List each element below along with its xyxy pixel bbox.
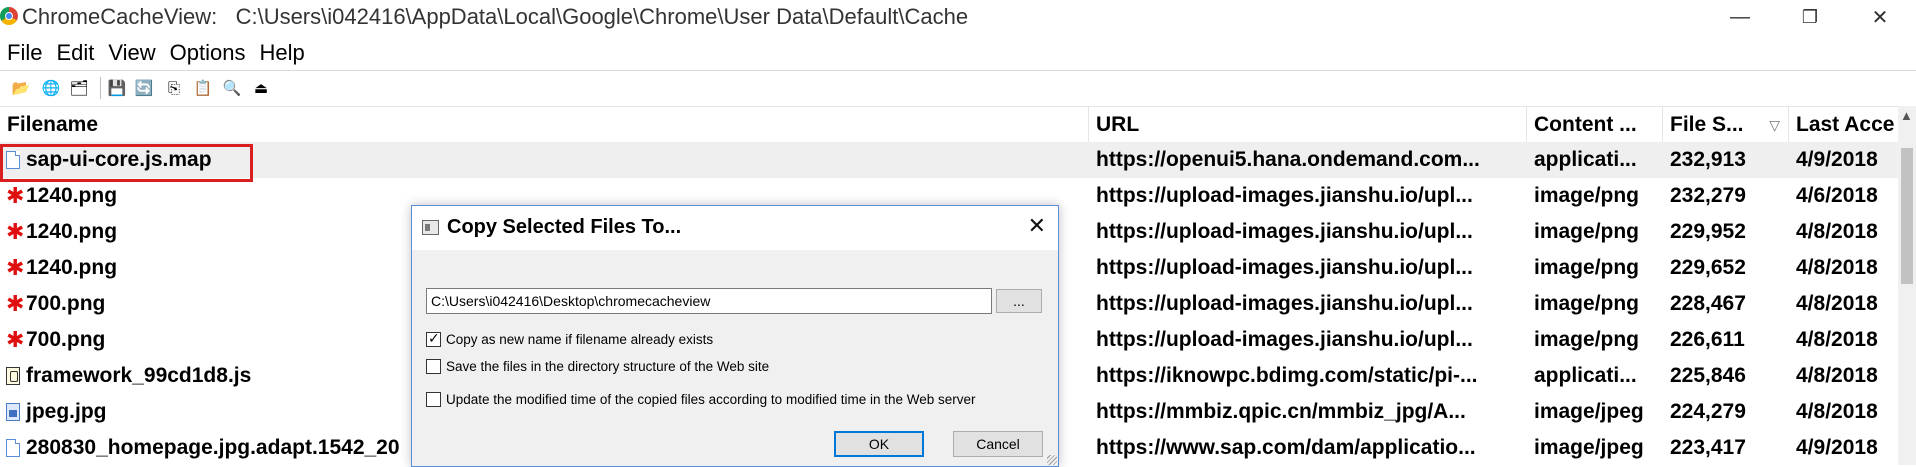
restore-button[interactable]: ❐ (1781, 0, 1839, 34)
checkbox-update-modified-time[interactable] (426, 391, 441, 407)
menu-help[interactable]: Help (253, 36, 312, 68)
option-copy-new-name[interactable]: Copy as new name if filename already exi… (426, 329, 713, 349)
refresh-icon[interactable]: 🔄 (133, 77, 155, 99)
menu-edit[interactable]: Edit (49, 36, 101, 68)
save-icon[interactable]: 💾 (106, 77, 128, 99)
cell-content-type: image/jpeg (1534, 400, 1644, 423)
cell-url: https://iknowpc.bdimg.com/static/pi-... (1096, 364, 1478, 387)
cell-last-accessed: 4/9/2018 (1796, 148, 1878, 171)
cell-last-accessed: 4/8/2018 (1796, 292, 1878, 315)
checkbox-directory-structure[interactable] (426, 358, 441, 374)
cell-file-size: 228,467 (1670, 292, 1746, 315)
cell-file-size: 232,279 (1670, 184, 1746, 207)
title-bar: ChromeCacheView: C:\Users\i042416\AppDat… (0, 0, 1916, 34)
toolbar: 📂 🌐 🗂 💾 🔄 ⎘ 📋 🔍 ⏏ (0, 70, 1916, 105)
cell-file-size: 232,913 (1670, 148, 1746, 171)
jpeg-image-icon (6, 403, 20, 421)
selection-highlight-annotation (0, 144, 253, 182)
dialog-title-bar: Copy Selected Files To... ✕ (412, 206, 1058, 250)
find-icon[interactable]: 🔍 (221, 77, 243, 99)
scroll-up-icon[interactable]: ▲ (1900, 108, 1913, 123)
resize-grip-icon[interactable] (1047, 455, 1057, 465)
cell-last-accessed: 4/8/2018 (1796, 364, 1878, 387)
dialog-title: Copy Selected Files To... (447, 216, 682, 238)
sort-descending-icon: ▽ (1769, 117, 1780, 133)
cell-url: https://upload-images.jianshu.io/upl... (1096, 292, 1473, 315)
properties-icon[interactable]: 📋 (192, 77, 214, 99)
png-image-icon: ✱ (6, 219, 25, 244)
cell-last-accessed: 4/9/2018 (1796, 436, 1878, 459)
window-title: ChromeCacheView: C:\Users\i042416\AppDat… (22, 4, 969, 29)
cell-url: https://mmbiz.qpic.cn/mmbiz_jpg/A... (1096, 400, 1466, 423)
scrollbar-thumb[interactable] (1901, 148, 1913, 284)
option-label: Save the files in the directory structur… (446, 358, 770, 374)
cell-last-accessed: 4/8/2018 (1796, 256, 1878, 279)
cell-content-type: image/png (1534, 292, 1640, 315)
ok-button[interactable]: OK (834, 431, 924, 457)
open-folder-icon[interactable]: 📂 (10, 77, 32, 99)
menu-bar: File Edit View Options Help (0, 36, 1916, 68)
cell-url: https://www.sap.com/dam/applicatio... (1096, 436, 1476, 459)
cell-content-type: image/png (1534, 256, 1640, 279)
vertical-scrollbar[interactable]: ▲ (1898, 106, 1916, 465)
browse-button[interactable]: ... (996, 289, 1042, 313)
table-row[interactable]: sap-ui-core.js.map https://openui5.hana.o… (0, 142, 1900, 178)
png-image-icon: ✱ (6, 327, 25, 352)
cell-content-type: applicati... (1534, 148, 1637, 171)
cell-last-accessed: 4/6/2018 (1796, 184, 1878, 207)
minimize-button[interactable]: — (1711, 0, 1769, 34)
dialog-close-icon[interactable]: ✕ (1028, 213, 1046, 239)
cell-url: https://upload-images.jianshu.io/upl... (1096, 184, 1473, 207)
cell-file-size: 226,611 (1670, 328, 1745, 351)
dialog-window-icon (422, 220, 439, 235)
menu-options[interactable]: Options (163, 36, 253, 68)
option-update-modified-time[interactable]: Update the modified time of the copied f… (426, 389, 976, 409)
copy-files-dialog: Copy Selected Files To... ✕ ... Copy as … (411, 205, 1059, 467)
close-button[interactable]: ✕ (1851, 0, 1909, 34)
cell-last-accessed: 4/8/2018 (1796, 400, 1878, 423)
column-url[interactable]: URL (1089, 107, 1527, 143)
option-label: Update the modified time of the copied f… (446, 391, 976, 407)
checkbox-copy-new-name[interactable] (426, 330, 441, 347)
column-file-size[interactable]: File S... ▽ (1663, 107, 1789, 143)
file-icon (6, 439, 20, 457)
menu-file[interactable]: File (0, 36, 49, 68)
globe-icon[interactable]: 🌐 (40, 77, 62, 99)
column-filename[interactable]: Filename (0, 107, 1089, 143)
column-content-type[interactable]: Content ... (1527, 107, 1663, 143)
cell-url: https://upload-images.jianshu.io/upl... (1096, 256, 1473, 279)
cell-content-type: image/png (1534, 184, 1640, 207)
cell-last-accessed: 4/8/2018 (1796, 220, 1878, 243)
menu-view[interactable]: View (101, 36, 162, 68)
cell-file-size: 224,279 (1670, 400, 1746, 423)
toolbar-separator (100, 77, 101, 99)
list-header: Filename URL Content ... File S... ▽ Las… (0, 106, 1916, 144)
cell-content-type: applicati... (1534, 364, 1637, 387)
select-folder-icon[interactable]: 🗂 (68, 77, 90, 99)
script-file-icon (6, 367, 20, 385)
destination-path-input[interactable] (426, 288, 992, 314)
column-last-accessed[interactable]: Last Acce (1789, 107, 1916, 143)
cell-url: https://openui5.hana.ondemand.com... (1096, 148, 1480, 171)
option-directory-structure[interactable]: Save the files in the directory structur… (426, 356, 769, 376)
chrome-app-icon (0, 7, 18, 25)
column-file-size-label: File S... (1670, 113, 1744, 136)
cell-file-size: 223,417 (1670, 436, 1746, 459)
option-label: Copy as new name if filename already exi… (446, 331, 714, 347)
png-image-icon: ✱ (6, 183, 25, 208)
cell-file-size: 229,952 (1670, 220, 1746, 243)
exit-icon[interactable]: ⏏ (250, 77, 272, 99)
cell-content-type: image/png (1534, 220, 1640, 243)
cell-file-size: 229,652 (1670, 256, 1746, 279)
cell-content-type: image/png (1534, 328, 1640, 351)
cell-last-accessed: 4/8/2018 (1796, 328, 1878, 351)
cancel-button[interactable]: Cancel (953, 431, 1043, 457)
cell-file-size: 225,846 (1670, 364, 1746, 387)
copy-icon[interactable]: ⎘ (163, 77, 185, 99)
png-image-icon: ✱ (6, 255, 25, 280)
cell-url: https://upload-images.jianshu.io/upl... (1096, 328, 1473, 351)
png-image-icon: ✱ (6, 291, 25, 316)
cell-content-type: image/jpeg (1534, 436, 1644, 459)
cell-url: https://upload-images.jianshu.io/upl... (1096, 220, 1473, 243)
